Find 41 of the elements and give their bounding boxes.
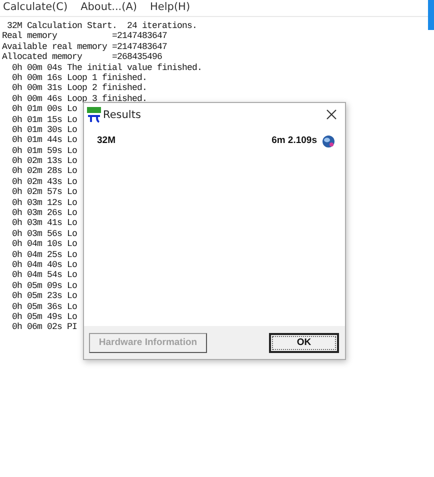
log-line: 0h 05m 23s Lo [11, 291, 78, 302]
close-icon[interactable] [324, 107, 339, 122]
log-line: 0h 04m 25s Lo [11, 250, 78, 260]
log-line: Allocated memory =268435496 [2, 52, 162, 63]
log-line: Real memory =2147483647 [2, 31, 168, 42]
result-size: 32M [97, 135, 116, 146]
log-line: 0h 02m 43s Lo [11, 176, 78, 188]
log-line: 0h 05m 09s Lo [11, 280, 78, 292]
log-line: 0h 04m 40s Lo [11, 260, 78, 270]
ok-button[interactable]: OK [269, 332, 339, 352]
globe-icon [322, 135, 335, 148]
log-line: 0h 05m 36s Lo [11, 302, 78, 312]
log-line: 0h 06m 02s PI [11, 322, 78, 333]
scrollbar-thumb[interactable] [428, 0, 434, 30]
log-line: 0h 01m 15s Lo [11, 114, 78, 125]
log-line: 0h 03m 12s Lo [11, 198, 78, 208]
log-line: 0h 00m 46s Loop 3 finished. [11, 94, 148, 104]
log-line: 0h 01m 59s Lo [11, 146, 78, 156]
log-line: 0h 02m 28s Lo [11, 166, 78, 177]
log-line: 0h 03m 56s Lo [11, 228, 78, 240]
log-line: 0h 01m 44s Lo [11, 135, 78, 146]
menu-item[interactable]: Help(H) [150, 1, 190, 16]
log-line: 0h 02m 13s Lo [11, 156, 78, 166]
log-line: Available real memory =2147483647 [2, 42, 168, 52]
log-line: 0h 01m 00s Lo [11, 104, 78, 115]
log-line: 0h 02m 57s Lo [11, 187, 78, 198]
result-time: 6m 2.109s [272, 135, 317, 146]
pi-logo-icon [87, 106, 101, 122]
log-line: 0h 01m 30s Lo [11, 124, 78, 136]
log-line: 0h 04m 10s Lo [11, 239, 78, 250]
log-line: 0h 00m 04s The initial value finished. [11, 62, 202, 73]
log-line: 0h 03m 41s Lo [11, 218, 78, 229]
menu-item[interactable]: Calculate(C) [3, 1, 68, 16]
dialog-title: Results [103, 108, 142, 120]
log-line: 0h 05m 49s Lo [11, 312, 78, 322]
log-line: 32M Calculation Start. 24 iterations. [6, 21, 198, 32]
log-line: 0h 00m 31s Loop 2 finished. [11, 83, 148, 94]
menu-item[interactable]: About...(A) [80, 1, 138, 16]
log-line: 0h 04m 54s Lo [11, 270, 78, 281]
log-line: 0h 03m 26s Lo [11, 208, 78, 218]
log-line: 0h 00m 16s Loop 1 finished. [11, 72, 148, 84]
